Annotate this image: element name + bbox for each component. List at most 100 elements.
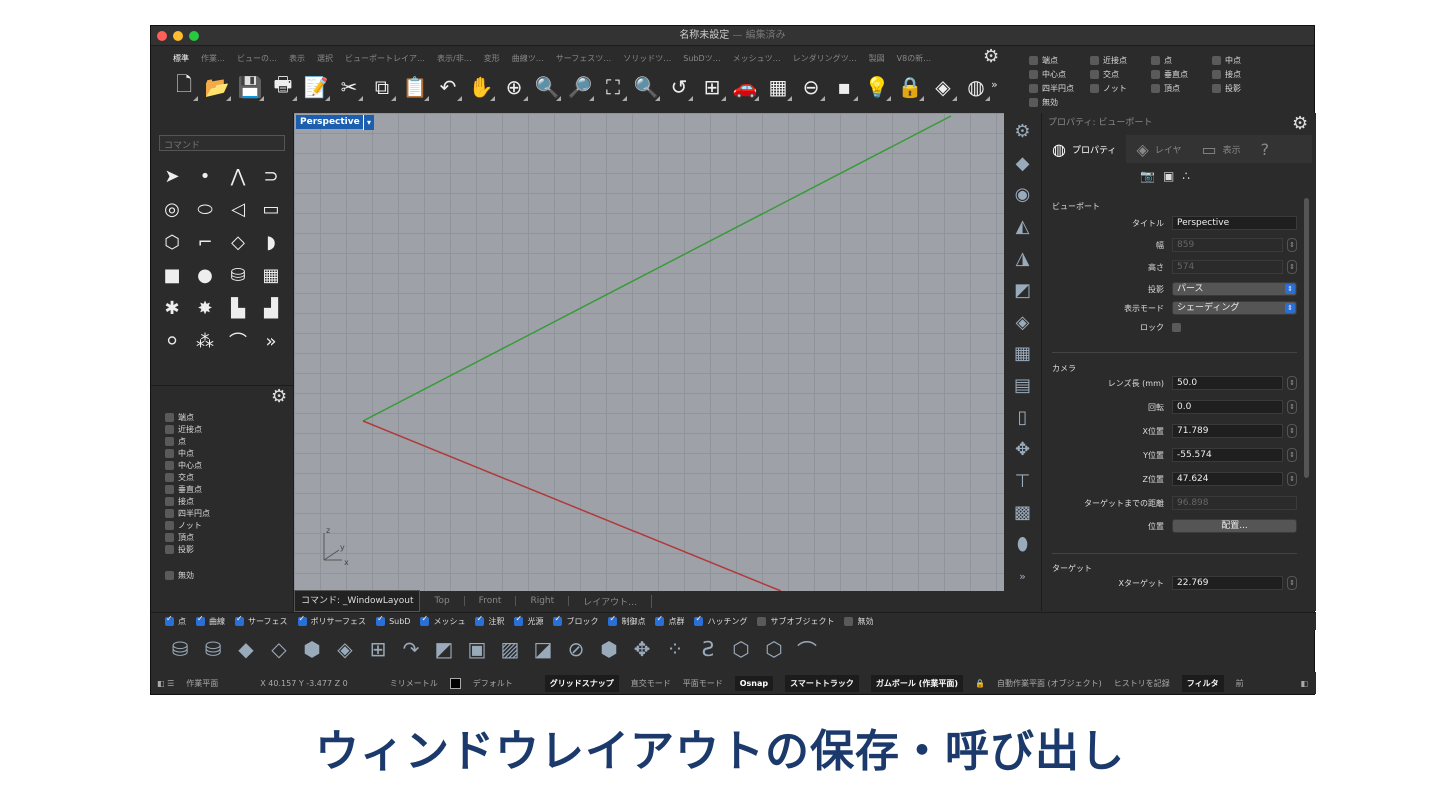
lock-checkbox[interactable] [1172, 322, 1181, 332]
checkbox[interactable] [1212, 69, 1221, 79]
viewport-tab-0[interactable]: コマンド: _WindowLayout [294, 590, 421, 612]
checkbox[interactable] [165, 508, 174, 518]
filter-3[interactable]: ポリサーフェス [297, 614, 366, 628]
filter-10[interactable]: 点群 [655, 614, 684, 628]
filter-9[interactable]: 制御点 [608, 614, 645, 628]
viewport-tab-2[interactable]: Front [465, 596, 517, 606]
filter-8[interactable]: ブロック [553, 614, 598, 628]
command-input[interactable]: コマンド [159, 135, 285, 151]
puzzle-icon[interactable]: ✱ [157, 293, 187, 323]
surface-2-icon[interactable]: ◇ [264, 632, 294, 666]
checkbox[interactable] [514, 614, 524, 626]
osnap-4[interactable]: 中心点 [1029, 68, 1090, 80]
tab-14[interactable]: 製図 [865, 50, 893, 68]
checkbox[interactable] [1212, 83, 1221, 93]
x-stepper[interactable]: ⇕ [1287, 424, 1297, 438]
checkbox[interactable] [165, 484, 174, 494]
arc-icon[interactable]: ◁ [223, 194, 253, 224]
import-icon[interactable]: 📝 [301, 72, 331, 102]
plane-b-icon[interactable]: ▤ [1009, 371, 1037, 400]
place-button[interactable]: 配置... [1172, 519, 1297, 533]
gear-icon[interactable]: ⚙ [983, 46, 999, 67]
boolean-split-icon[interactable]: ⁂ [190, 326, 220, 356]
osnap-left-9[interactable]: ノット [165, 519, 210, 531]
checkbox[interactable] [165, 570, 174, 580]
display-select[interactable]: シェーディング [1172, 301, 1297, 315]
prev-button[interactable]: 前 [1236, 678, 1244, 689]
surface-6-icon[interactable]: ▣ [462, 632, 492, 666]
gear-icon[interactable]: ⚙ [271, 386, 287, 407]
tab-13[interactable]: レンダリングツ… [789, 50, 865, 68]
filter-11[interactable]: ハッチング [694, 614, 747, 628]
osnap-12[interactable]: 無効 [1029, 96, 1090, 108]
xt-field[interactable]: 22.769 [1172, 576, 1283, 590]
points-icon[interactable]: ⁘ [660, 632, 690, 666]
osnap-11[interactable]: 投影 [1212, 82, 1273, 94]
osnap-0[interactable]: 端点 [1029, 54, 1090, 66]
osnap-left-4[interactable]: 中心点 [165, 459, 210, 471]
cylinder-icon[interactable]: ⛁ [223, 260, 253, 290]
select-arrow-icon[interactable]: ➤ [157, 161, 187, 191]
move-icon[interactable]: ✥ [1009, 435, 1037, 464]
osnap-2[interactable]: 点 [1151, 54, 1212, 66]
paste-icon[interactable]: 📋 [400, 72, 430, 102]
toolbar-more-icon[interactable]: » [991, 78, 998, 91]
rectangle-icon[interactable]: ▭ [256, 194, 286, 224]
osnap-6[interactable]: 垂直点 [1151, 68, 1212, 80]
tab-3[interactable]: 表示 [285, 50, 313, 68]
open-folder-icon[interactable]: 📂 [202, 72, 232, 102]
units[interactable]: ミリメートル [390, 678, 438, 689]
sphere-cut-icon[interactable]: ⊘ [561, 632, 591, 666]
box-icon[interactable]: ■ [157, 260, 187, 290]
rotate-icon[interactable]: ↷ [396, 632, 426, 666]
filter-13[interactable]: 無効 [844, 616, 873, 628]
osnap-toggle[interactable]: Osnap [734, 675, 774, 691]
surface-sweep-icon[interactable]: ◗ [256, 227, 286, 257]
filter-5[interactable]: メッシュ [420, 614, 465, 628]
split-icon[interactable]: ▟ [256, 293, 286, 323]
tab-1[interactable]: 作業… [197, 50, 233, 68]
checkbox[interactable] [694, 614, 704, 626]
checkbox[interactable] [165, 436, 174, 446]
checkbox[interactable] [165, 412, 174, 422]
undo-view-icon[interactable]: ↺ [664, 72, 694, 102]
lens-stepper[interactable]: ⇕ [1287, 376, 1297, 390]
circle-icon[interactable]: ◎ [157, 194, 187, 224]
cut-icon[interactable]: ✂ [334, 72, 364, 102]
checkbox[interactable] [1029, 97, 1038, 107]
grid-snap-toggle[interactable]: グリッドスナップ [544, 674, 619, 692]
grid-render-icon[interactable]: ▦ [763, 72, 793, 102]
trim-icon[interactable]: ▙ [223, 293, 253, 323]
layer-color-swatch[interactable] [449, 677, 461, 689]
surface-5-icon[interactable]: ◩ [429, 632, 459, 666]
checkbox[interactable] [553, 614, 563, 626]
width-stepper[interactable]: ⇕ [1287, 238, 1297, 252]
tab-8[interactable]: 曲線ツ… [508, 50, 552, 68]
checkbox[interactable] [420, 614, 430, 626]
checkbox[interactable] [165, 520, 174, 530]
projection-select[interactable]: パース [1172, 282, 1297, 296]
y-field[interactable]: -55.574 [1172, 448, 1283, 462]
title-field[interactable]: Perspective [1172, 216, 1297, 230]
checkbox[interactable] [165, 496, 174, 506]
polyline-icon[interactable]: ⋀ [223, 161, 253, 191]
render-colors-icon[interactable]: ▩ [1009, 499, 1037, 528]
osnap-9[interactable]: ノット [1090, 82, 1151, 94]
checkbox[interactable] [757, 617, 767, 626]
gear-icon[interactable]: ⚙ [1292, 113, 1308, 134]
tab-6[interactable]: 表示/非… [433, 50, 480, 68]
surface-3-icon[interactable]: ◈ [330, 632, 360, 666]
osnap-1[interactable]: 近接点 [1090, 54, 1151, 66]
pan-hand-icon[interactable]: ✋ [466, 72, 496, 102]
filter-7[interactable]: 光源 [514, 614, 543, 628]
surface-8-icon[interactable]: ◪ [528, 632, 558, 666]
close-button[interactable] [157, 31, 167, 41]
cage-edit-icon[interactable]: ◆ [1009, 149, 1037, 178]
rotation-stepper[interactable]: ⇕ [1287, 400, 1297, 414]
lens-field[interactable]: 50.0 [1172, 376, 1283, 390]
osnap-left-8[interactable]: 四半円点 [165, 507, 210, 519]
osnap-left-10[interactable]: 頂点 [165, 531, 210, 543]
zoom-extents-icon[interactable]: ⛶ [598, 72, 628, 102]
color-wheel-icon[interactable]: ◍ [961, 72, 991, 102]
panel-toggle-icon[interactable]: ◧ ☰ [157, 679, 174, 688]
